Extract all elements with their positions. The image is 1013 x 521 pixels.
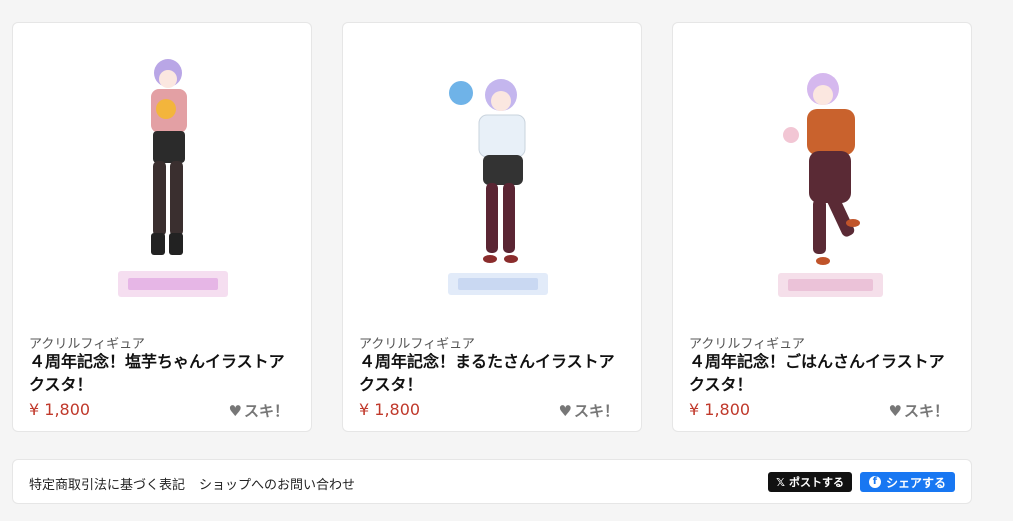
heart-icon: ♥ [558, 401, 572, 420]
tokushoho-link[interactable]: 特定商取引法に基づく表記 [29, 474, 185, 493]
acrylic-stand-illustration [778, 73, 883, 297]
product-card[interactable]: アクリルフィギュア ４周年記念！塩芋ちゃんイラストアクスタ！ ¥ 1,800 ♥… [12, 22, 312, 432]
product-price: ¥ 1,800 [689, 400, 751, 419]
contact-link[interactable]: ショップへのお問い合わせ [199, 474, 355, 493]
like-label: スキ！ [243, 402, 289, 420]
product-price: ¥ 1,800 [359, 400, 421, 419]
product-image[interactable] [13, 23, 311, 313]
product-image[interactable] [343, 23, 641, 313]
product-title[interactable]: ４周年記念！塩芋ちゃんイラストアクスタ！ [29, 350, 299, 396]
product-image[interactable] [673, 23, 971, 313]
share-buttons: 𝕏 ポストする f シェアする [768, 472, 955, 492]
heart-icon: ♥ [228, 401, 242, 420]
x-post-label: ポストする [788, 476, 844, 489]
product-title[interactable]: ４周年記念！ごはんさんイラストアクスタ！ [689, 350, 959, 396]
facebook-share-button[interactable]: f シェアする [859, 472, 955, 492]
like-label: スキ！ [903, 402, 949, 420]
like-label: スキ！ [573, 402, 619, 420]
product-title[interactable]: ４周年記念！まるたさんイラストアクスタ！ [359, 350, 629, 396]
facebook-icon: f [868, 476, 881, 488]
product-card[interactable]: アクリルフィギュア ４周年記念！ごはんさんイラストアクスタ！ ¥ 1,800 ♥… [672, 22, 972, 432]
facebook-share-label: シェアする [885, 475, 946, 490]
product-price: ¥ 1,800 [29, 400, 91, 419]
x-logo-icon: 𝕏 [776, 475, 785, 489]
shop-footer: 特定商取引法に基づく表記 ショップへのお問い合わせ 𝕏 ポストする f シェアす… [12, 459, 972, 504]
acrylic-stand-illustration [448, 79, 548, 295]
like-button[interactable]: ♥ スキ！ [889, 400, 949, 421]
like-button[interactable]: ♥ スキ！ [559, 400, 619, 421]
acrylic-stand-illustration [118, 59, 228, 297]
like-button[interactable]: ♥ スキ！ [229, 400, 289, 421]
heart-icon: ♥ [888, 401, 902, 420]
product-grid: アクリルフィギュア ４周年記念！塩芋ちゃんイラストアクスタ！ ¥ 1,800 ♥… [12, 22, 972, 432]
footer-links: 特定商取引法に基づく表記 ショップへのお問い合わせ [29, 474, 355, 493]
product-card[interactable]: アクリルフィギュア ４周年記念！まるたさんイラストアクスタ！ ¥ 1,800 ♥… [342, 22, 642, 432]
x-post-button[interactable]: 𝕏 ポストする [768, 472, 852, 492]
